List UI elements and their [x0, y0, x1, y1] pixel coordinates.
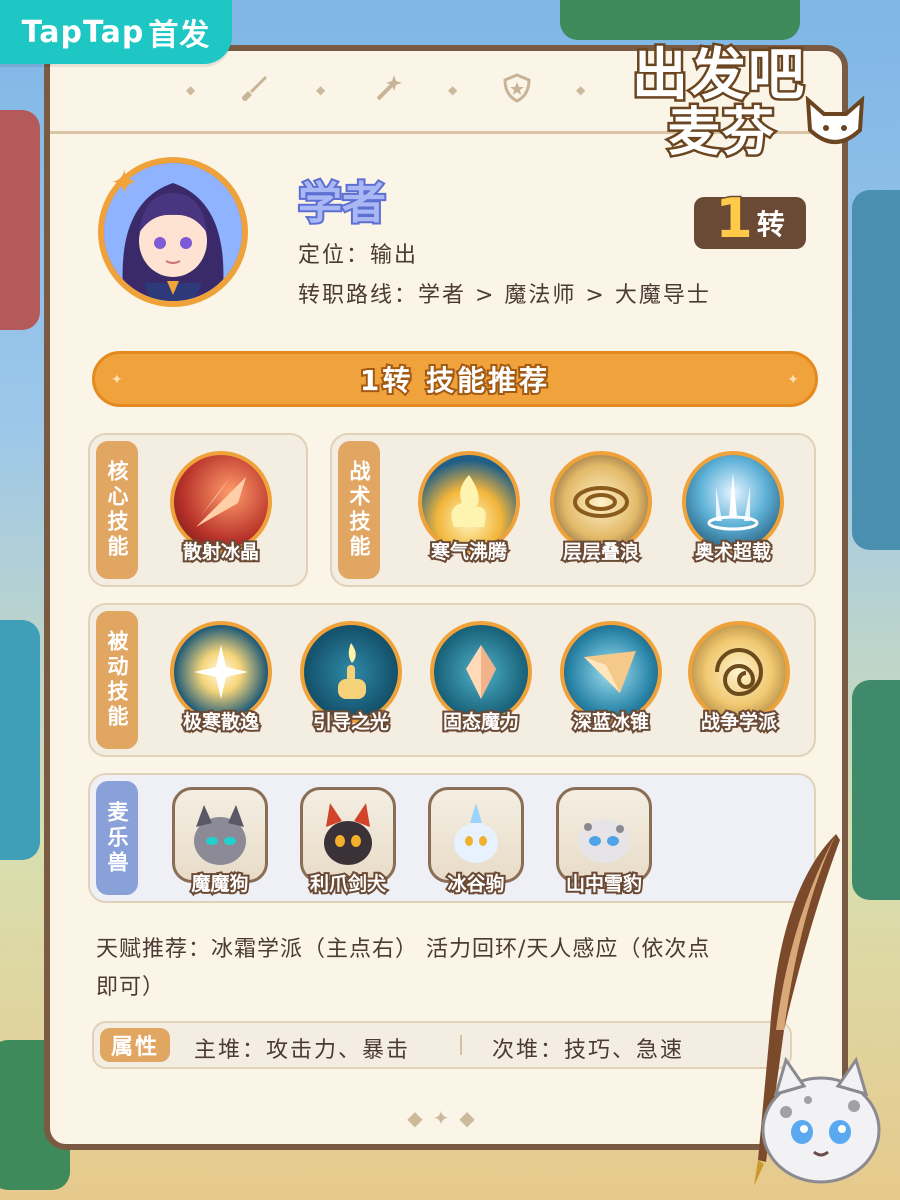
tactical-skills-label: 战术技能	[338, 441, 380, 579]
skill-name: 固态魔力	[441, 709, 521, 735]
skill-deep-blue-icicle[interactable]: 深蓝冰锥	[556, 617, 666, 737]
bg-card-left-red	[0, 110, 40, 330]
pet-name: 冰谷驹	[445, 871, 506, 897]
sword-icon	[230, 63, 280, 113]
skill-recommend-banner: ✦ 1转 技能推荐 ✦	[92, 351, 818, 407]
banner-deco-right: ✦	[787, 372, 799, 388]
role-value: 输出	[370, 243, 419, 268]
job-path-line: 转职路线：学者 > 魔法师 > 大魔导士	[298, 277, 711, 309]
fox-mascot-icon	[805, 96, 865, 144]
tier-number: 1	[714, 185, 755, 251]
skill-name: 层层叠浪	[561, 539, 641, 565]
skill-name: 散射冰晶	[181, 539, 261, 565]
tier-suffix: 转	[756, 208, 785, 241]
divider-dot: ◆	[186, 83, 196, 97]
snow-leopard-mascot-icon	[761, 1056, 881, 1184]
attributes-divider	[460, 1035, 462, 1055]
role-label: 定位：	[298, 243, 371, 268]
skill-solid-magic[interactable]: 固态魔力	[426, 617, 536, 737]
pet-mountain-snow-leopard[interactable]: 山中雪豹	[552, 785, 656, 897]
skill-arcane-overload[interactable]: 奥术超载	[678, 447, 788, 567]
talent-recommendation: 天赋推荐：冰霜学派（主点右） 活力回环/天人感应（依次点即可）	[96, 937, 711, 1000]
skill-name: 战争学派	[699, 709, 779, 735]
class-guide-card: ◆ ◆ ◆ ◆ ✦ 学者 定位：输出 转职路线：学者 > 魔法师 > 大魔导士 …	[44, 45, 848, 1150]
footer-ornament: ◆✦◆	[407, 1106, 485, 1130]
pet-name: 魔魔狗	[189, 871, 250, 897]
skill-name: 奥术超载	[693, 539, 773, 565]
attributes-bar: 属性 主堆：攻击力、暴击 次堆：技巧、急速	[92, 1021, 792, 1069]
job-path-value: 学者 > 魔法师 > 大魔导士	[418, 283, 711, 308]
banner-deco-left: ✦	[111, 372, 123, 388]
skill-name: 极寒散逸	[181, 709, 261, 735]
badge-brand: TapTap	[21, 14, 145, 50]
skill-name: 引导之光	[311, 709, 391, 735]
pets-panel: 麦乐兽 魔魔狗 利爪剑犬 冰谷驹 山中雪豹	[88, 773, 816, 903]
core-skills-panel: 核心技能 散射冰晶	[88, 433, 308, 587]
banner-title: 1转 技能推荐	[358, 362, 551, 399]
pet-ice-valley-pony[interactable]: 冰谷驹	[424, 785, 528, 897]
class-name-title: 学者	[296, 176, 388, 231]
passive-skills-label: 被动技能	[96, 611, 138, 749]
skill-frost-boil[interactable]: 寒气沸腾	[414, 447, 524, 567]
pet-claw-sword-dog[interactable]: 利爪剑犬	[296, 785, 400, 897]
skill-name: 深蓝冰锥	[571, 709, 651, 735]
bg-card-right-green	[852, 680, 900, 900]
pet-name: 山中雪豹	[564, 871, 644, 897]
pet-name: 利爪剑犬	[308, 871, 388, 897]
skill-layered-waves[interactable]: 层层叠浪	[546, 447, 656, 567]
core-skills-label: 核心技能	[96, 441, 138, 579]
attributes-tag: 属性	[100, 1028, 170, 1062]
bg-card-right-teal	[852, 190, 900, 550]
role-line: 定位：输出	[298, 237, 418, 269]
skill-war-school[interactable]: 战争学派	[684, 617, 794, 737]
bg-card-left-teal	[0, 620, 40, 860]
secondary-stats: 次堆：技巧、急速	[492, 1038, 685, 1063]
shield-icon	[492, 63, 542, 113]
divider-dot: ◆	[576, 83, 586, 97]
magic-wand-icon	[362, 63, 412, 113]
logo-line-2: 麦芬	[665, 101, 777, 166]
sparkle-icon: ✦	[110, 163, 139, 203]
divider-dot: ◆	[316, 83, 326, 97]
taptap-launch-badge: TapTap 首发	[0, 0, 232, 64]
badge-suffix: 首发	[148, 18, 211, 53]
skill-name: 寒气沸腾	[429, 539, 509, 565]
divider-dot: ◆	[448, 83, 458, 97]
tier-badge: 1 转	[694, 185, 806, 251]
skill-extreme-cold[interactable]: 极寒散逸	[166, 617, 276, 737]
tactical-skills-panel: 战术技能 寒气沸腾 层层叠浪 奥术超载	[330, 433, 816, 587]
primary-stats: 主堆：攻击力、暴击	[194, 1038, 411, 1063]
pet-mamo-dog[interactable]: 魔魔狗	[168, 785, 272, 897]
passive-skills-panel: 被动技能 极寒散逸 引导之光 固态魔力 深蓝冰锥 战争学派	[88, 603, 816, 757]
skill-scatter-ice[interactable]: 散射冰晶	[166, 447, 276, 567]
skill-guiding-light[interactable]: 引导之光	[296, 617, 406, 737]
game-logo: 出发吧 麦芬	[618, 30, 880, 166]
pets-label: 麦乐兽	[96, 781, 138, 895]
job-path-label: 转职路线：	[298, 283, 419, 308]
